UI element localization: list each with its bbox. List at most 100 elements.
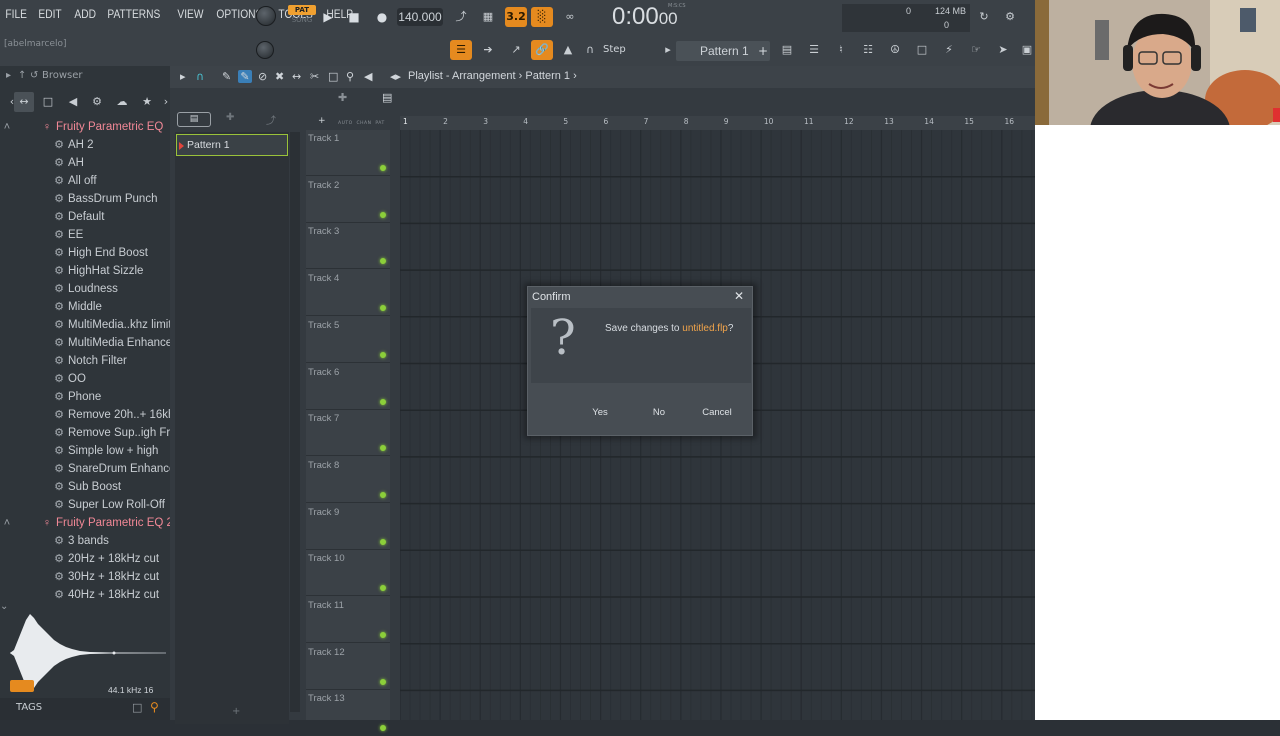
browser-preset[interactable]: ⚙ Loudness [0,280,170,298]
link-icon[interactable]: 🔗 [531,40,553,60]
slip-tool-icon[interactable]: ↔ [292,70,301,83]
pattern-item-1[interactable]: Pattern 1 [176,134,288,156]
track-mute-led[interactable] [380,305,386,312]
tags-label[interactable]: TAGS [16,702,42,713]
pattern-selector[interactable]: Pattern 1 [676,41,770,61]
record-button[interactable]: ● [372,8,392,26]
track-header[interactable]: Track 7 [306,410,390,457]
sample-play-icon[interactable] [10,680,34,692]
browser-cloud-icon[interactable]: ☁ [112,92,132,112]
menu-patterns[interactable]: PATTERNS [104,7,164,21]
expand-arrow-icon[interactable]: ˄ [0,514,14,532]
track-header[interactable]: Track 3 [306,223,390,270]
browser-preset[interactable]: ⚙ Default [0,208,170,226]
close-icon[interactable]: ✕ [732,289,746,303]
browser-back-icon[interactable]: ↺ [30,70,38,81]
browser-folder[interactable]: ˄ ♀ Fruity Parametric EQ 2 [0,514,173,532]
track-mute-led[interactable] [380,398,386,405]
track-header[interactable]: Track 9 [306,504,390,550]
snap-selector[interactable]: Step [603,44,626,55]
browser-preset[interactable]: ⚙ AH [0,154,170,172]
slide-icon[interactable]: ↗ [505,40,527,60]
piano-roll-icon[interactable]: ♮ [830,40,852,60]
pattern-scrollbar[interactable] [290,132,300,712]
browser-plugin-icon[interactable]: ⚙ [87,92,107,112]
track-mute-led[interactable] [380,165,386,171]
menu-file[interactable]: FILE [2,7,30,21]
browser-preset[interactable]: ⚙ 20Hz + 18kHz cut [0,550,170,568]
track-mute-led[interactable] [380,585,386,592]
browser-preset[interactable]: ⚙ Simple low + high [0,442,170,460]
playback-tool-icon[interactable]: ◀ [364,70,372,83]
browser-preset[interactable]: ⚙ AH 2 [0,136,170,154]
playlist-arrows-icon[interactable]: ◂▸ [390,70,401,83]
browser-file-icon[interactable]: □ [38,92,58,112]
browser-preset[interactable]: ⚙ MultiMedia..khz limit [0,316,171,334]
browser-preset[interactable]: ⚙ Notch Filter [0,352,170,370]
yes-button[interactable]: Yes [586,405,614,421]
track-header[interactable]: Track 12 [306,644,390,690]
step-edit-icon[interactable]: ░ [531,7,553,27]
folder-icon[interactable]: □ [132,701,142,714]
cpu-monitor[interactable]: 0 124 MB 0 [842,4,970,32]
browser-preset[interactable]: ⚙ Sub Boost [0,478,170,496]
browser-preset[interactable]: ⚙ Super Low Roll-Off [0,496,170,514]
browser-folder[interactable]: ˄ ♀ Fruity Parametric EQ [0,118,170,136]
browser-preset[interactable]: ⚙ HighHat Sizzle [0,262,170,280]
track-mute-led[interactable] [380,725,386,732]
expand-arrow-icon[interactable]: ˄ [0,118,14,136]
slice-tool-icon[interactable]: ✂ [310,70,319,83]
stop-button[interactable]: ■ [344,8,364,26]
add-pattern-button[interactable]: + [757,41,769,61]
eq-sliders-icon[interactable]: ☮ [884,40,906,60]
playlist-icon[interactable]: ☰ [450,40,472,60]
track-header[interactable]: Track 13 [306,690,390,736]
delete-tool-icon[interactable]: ⊘ [258,70,267,83]
timeline-ruler[interactable]: 1 2 3 4 5 6 7 8 9 10 11 12 13 14 15 16 [400,116,1035,130]
track-header[interactable]: Track 11 [306,597,390,643]
pattern-link-icon[interactable]: ⤴ [266,112,276,127]
track-mute-led[interactable] [380,538,386,545]
mute-tool-icon[interactable]: ✖ [275,70,284,83]
send-icon[interactable]: ➤ [992,40,1014,60]
track-mute-led[interactable] [380,632,386,638]
metronome-icon[interactable]: ⤴ [450,7,472,27]
browser-speaker-icon[interactable]: ◀ [63,92,83,112]
draw-tool-icon[interactable]: ✎ [222,70,231,83]
project-browser-icon[interactable]: □ [911,40,933,60]
browser-preset[interactable]: ⚙ 40Hz + 18kHz cut [0,586,170,604]
browser-preset[interactable]: ⚙ Middle [0,298,170,316]
track-mute-led[interactable] [380,678,386,685]
settings-icon[interactable]: ⚙ [999,7,1021,27]
track-header[interactable]: Track 6 [306,364,390,410]
playlist-menu-icon[interactable]: ▸ [180,70,186,83]
track-mute-led[interactable] [380,258,386,265]
browser-menu-arrow-icon[interactable]: ▸ [6,70,11,81]
playlist-piano-icon[interactable]: ▤ [382,91,392,104]
browser-preset[interactable]: ⚙ SnareDrum Enhance [0,460,175,478]
track-header[interactable]: Track 2 [306,177,390,223]
add-track-button[interactable]: + [318,116,326,126]
pattern-prev-icon[interactable]: ▸ [661,40,675,60]
track-mute-led[interactable] [380,445,386,452]
menu-add[interactable]: ADD [71,7,99,21]
mixer-icon[interactable]: ☷ [857,40,879,60]
browser-all-icon[interactable]: ↔ [14,92,34,112]
zoom-tool-icon[interactable]: ⚲ [346,70,354,83]
master-pitch-knob[interactable] [256,41,274,59]
track-header[interactable]: Track 8 [306,457,390,503]
track-mute-led[interactable] [380,491,386,498]
browser-star-icon[interactable]: ★ [137,92,157,112]
browser-preset[interactable]: ⚙ Phone [0,388,170,406]
cart-icon[interactable]: ▣ [1019,40,1035,60]
browser-up-icon[interactable]: ↑ [18,70,26,81]
browser-preset[interactable]: ⚙ High End Boost [0,244,170,262]
magnet-snap-icon[interactable]: ∩ [196,70,204,83]
browser-preset[interactable]: ⚙ All off [0,172,170,190]
playlist-window-icon[interactable]: ▤ [776,40,798,60]
track-header[interactable]: Track 1 [306,130,390,176]
wait-for-input-icon[interactable]: ▦ [477,7,499,27]
browser-preset[interactable]: ⚙ Remove 20h..+ 16khz + [0,406,190,424]
channel-rack-icon[interactable]: ☰ [803,40,825,60]
cancel-button[interactable]: Cancel [700,405,734,421]
